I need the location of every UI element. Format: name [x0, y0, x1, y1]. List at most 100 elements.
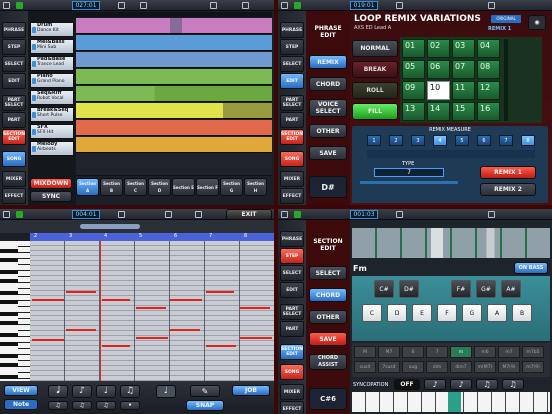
- song-button[interactable]: SONG: [280, 364, 304, 380]
- mode-break-button[interactable]: BREAK: [352, 61, 398, 78]
- sixteenth-note-icon[interactable]: ♩: [156, 385, 176, 398]
- chord-type[interactable]: M7(9): [498, 361, 520, 373]
- track-lane-6[interactable]: [76, 103, 272, 119]
- section-c-button[interactable]: Section C: [124, 178, 147, 196]
- variation-cell[interactable]: 11: [452, 81, 475, 100]
- measure-1[interactable]: 1: [367, 135, 381, 146]
- note[interactable]: [32, 339, 64, 341]
- chord-type[interactable]: aug: [402, 361, 424, 373]
- note[interactable]: [102, 299, 130, 301]
- track-1[interactable]: Drum Dance Kit: [30, 22, 74, 37]
- cube-icon[interactable]: ◉: [528, 15, 546, 30]
- section-edit-button[interactable]: SECTION EDIT: [280, 344, 304, 360]
- note-icon[interactable]: ♫: [476, 379, 498, 390]
- effect-button[interactable]: EFFECT: [2, 188, 26, 204]
- variation-cell[interactable]: 08: [477, 60, 500, 79]
- variation-cell[interactable]: 12: [477, 81, 500, 100]
- note[interactable]: [32, 299, 64, 301]
- variation-cell[interactable]: 16: [477, 102, 500, 121]
- note[interactable]: [66, 291, 96, 293]
- variation-cell[interactable]: 01: [402, 39, 425, 58]
- note[interactable]: [136, 337, 168, 339]
- section-edit-button[interactable]: SECTION EDIT: [2, 129, 26, 145]
- undo-icon[interactable]: [118, 2, 125, 9]
- chord-type[interactable]: m6: [474, 346, 496, 358]
- rest-icon[interactable]: •: [120, 401, 140, 410]
- key-display[interactable]: D#: [309, 176, 347, 198]
- select-icon[interactable]: [165, 211, 172, 218]
- menu-icon[interactable]: [281, 2, 288, 9]
- select-button[interactable]: SELECT: [2, 56, 26, 72]
- effect-button[interactable]: EFFECT: [280, 401, 304, 414]
- remix-1-button[interactable]: REMIX 1: [480, 166, 536, 179]
- variation-cell[interactable]: 09: [402, 81, 425, 100]
- other-button[interactable]: OTHER: [309, 310, 347, 324]
- note-icon[interactable]: ♪: [450, 379, 472, 390]
- redo-icon[interactable]: [140, 2, 147, 9]
- undo-icon[interactable]: [396, 2, 403, 9]
- measure-7[interactable]: 7: [499, 135, 513, 146]
- export-icon[interactable]: [242, 2, 249, 9]
- section-edit-button[interactable]: SECTION EDIT: [280, 129, 304, 145]
- variation-cell[interactable]: 07: [452, 60, 475, 79]
- mode-normal-button[interactable]: NORMAL: [352, 40, 398, 57]
- view-mode-selector[interactable]: Note: [4, 399, 38, 410]
- track-lane-5[interactable]: [76, 86, 272, 102]
- variation-cell[interactable]: 15: [452, 102, 475, 121]
- key-c[interactable]: C: [362, 304, 382, 322]
- syncopation-toggle[interactable]: OFF: [394, 379, 420, 390]
- track-lane-2[interactable]: [76, 35, 272, 51]
- other-button[interactable]: OTHER: [309, 124, 347, 138]
- measure-6[interactable]: 6: [477, 135, 491, 146]
- measure-5[interactable]: 5: [455, 135, 469, 146]
- measure-4[interactable]: 4: [433, 135, 447, 146]
- type-slider[interactable]: [360, 181, 458, 184]
- step-button[interactable]: STEP: [280, 39, 304, 55]
- playhead[interactable]: [100, 241, 101, 381]
- track-8[interactable]: Melody Airbeats: [30, 141, 74, 156]
- zoom-icon[interactable]: [195, 211, 202, 218]
- eighth-note-icon[interactable]: ♫: [120, 385, 140, 398]
- variation-cell[interactable]: 05: [402, 60, 425, 79]
- mode-fill-button[interactable]: FILL: [352, 103, 398, 120]
- note[interactable]: [170, 329, 200, 331]
- measure-3[interactable]: 3: [411, 135, 425, 146]
- quarter-note-icon[interactable]: ♩: [96, 385, 116, 398]
- variation-cell[interactable]: 06: [427, 60, 450, 79]
- chord-type[interactable]: dim7: [450, 361, 472, 373]
- chord-type[interactable]: 7: [426, 346, 448, 358]
- part-button[interactable]: PART: [280, 112, 304, 128]
- play-icon[interactable]: [16, 211, 23, 218]
- mixer-button[interactable]: MIXER: [2, 171, 26, 187]
- phrase-button[interactable]: PHRASE: [280, 22, 304, 38]
- mixdown-button[interactable]: MIXDOWN: [30, 178, 72, 189]
- edit-button[interactable]: EDIT: [2, 73, 26, 89]
- overview-bar[interactable]: [0, 220, 274, 233]
- remix-2-button[interactable]: REMIX 2: [480, 183, 536, 196]
- track-4[interactable]: Piano Grand Piano: [30, 73, 74, 88]
- settings-icon[interactable]: [488, 2, 495, 9]
- key-a[interactable]: A: [487, 304, 507, 322]
- step-button[interactable]: STEP: [2, 39, 26, 55]
- grid-scrollbar[interactable]: [504, 39, 508, 121]
- track-7[interactable]: SFX SFX Hit: [30, 124, 74, 139]
- note[interactable]: [206, 345, 236, 347]
- chord-type[interactable]: m7: [498, 346, 520, 358]
- section-b-button[interactable]: Section B: [100, 178, 123, 196]
- sync-button[interactable]: SYNC: [30, 191, 72, 202]
- track-lane-3[interactable]: [76, 52, 272, 68]
- chord-type[interactable]: sus4: [354, 361, 376, 373]
- menu-icon[interactable]: [3, 211, 10, 218]
- black-keys[interactable]: [0, 241, 18, 381]
- key-d-sharp[interactable]: D#: [399, 280, 419, 298]
- chord-type[interactable]: M: [354, 346, 376, 358]
- pencil-icon[interactable]: ✎: [190, 385, 220, 397]
- note-icon[interactable]: ♪: [424, 379, 446, 390]
- section-e-button[interactable]: Section E: [172, 178, 195, 196]
- bar-ruler[interactable]: 2 3 4 5 6 7 8: [30, 233, 274, 241]
- variation-cell[interactable]: 02: [427, 39, 450, 58]
- voice-select-button[interactable]: VOICE SELECT: [309, 99, 347, 117]
- chord-assist-button[interactable]: CHORD ASSIST: [309, 354, 347, 370]
- edit-button[interactable]: EDIT: [280, 282, 304, 298]
- remix-button[interactable]: REMIX: [309, 55, 347, 69]
